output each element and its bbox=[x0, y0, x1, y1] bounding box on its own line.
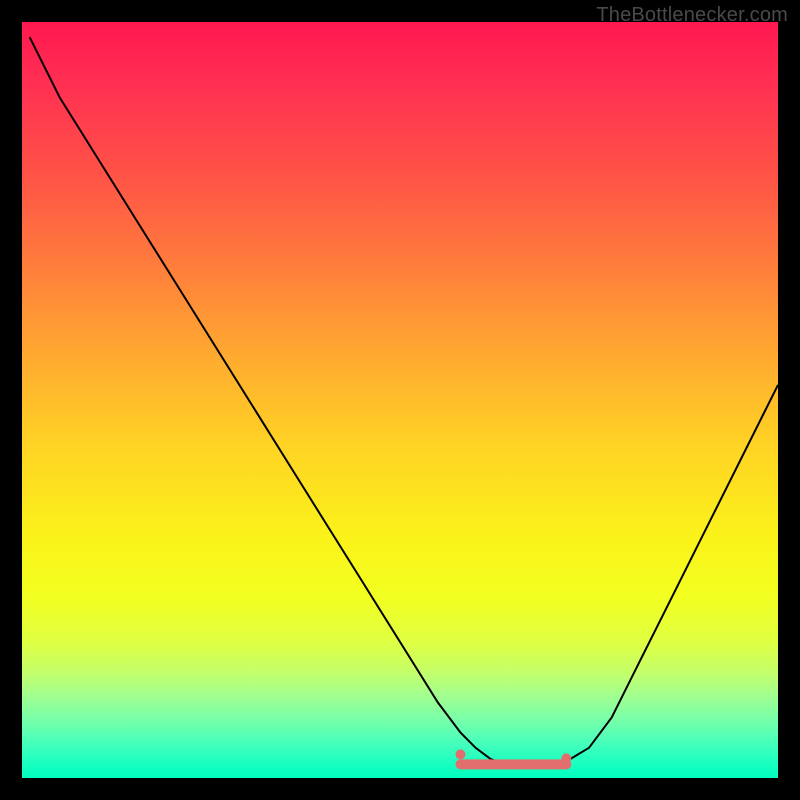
bottleneck-curve bbox=[30, 37, 778, 767]
flat-zone-dot-right bbox=[561, 753, 571, 763]
watermark-text: TheBottlenecker.com bbox=[596, 4, 788, 27]
chart-frame: TheBottlenecker.com bbox=[0, 0, 800, 800]
plot-area bbox=[22, 22, 778, 778]
flat-zone-dot-left bbox=[456, 749, 466, 759]
curve-layer bbox=[22, 22, 778, 778]
